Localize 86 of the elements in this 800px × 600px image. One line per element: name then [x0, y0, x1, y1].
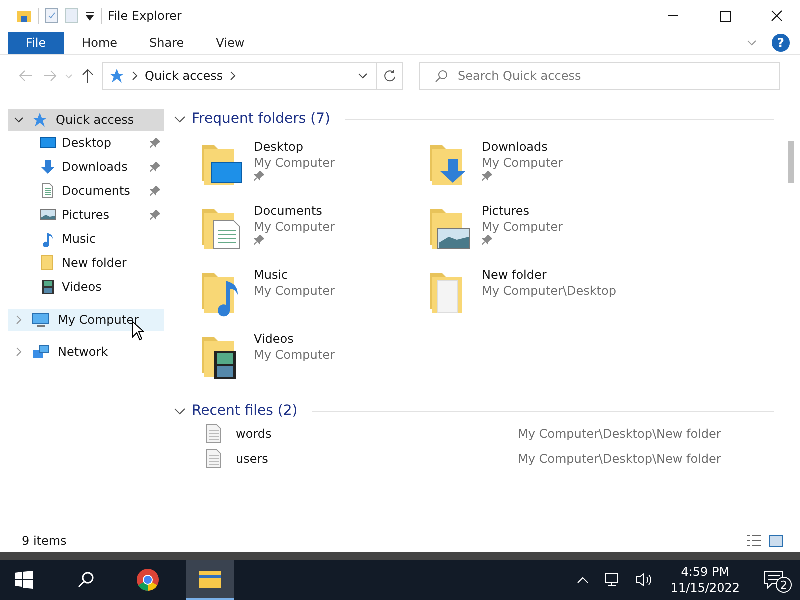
item-count: 9 items — [22, 534, 67, 548]
large-icons-view-icon[interactable] — [768, 534, 784, 548]
file-name[interactable]: words — [236, 426, 518, 440]
nav-item[interactable]: Documents — [62, 184, 130, 198]
text-file-icon — [206, 448, 222, 468]
browser-icon[interactable] — [136, 568, 160, 592]
folder-name[interactable]: Downloads — [482, 139, 563, 155]
ribbon-tab[interactable]: View — [202, 32, 259, 54]
text-file-icon — [206, 424, 222, 444]
nav-item[interactable]: Pictures — [62, 208, 110, 222]
section-heading[interactable]: Frequent folders (7) — [192, 111, 330, 127]
dropdown-icon[interactable] — [85, 11, 95, 21]
chevron-right-icon — [131, 71, 139, 81]
scrollbar-thumb[interactable] — [788, 141, 794, 183]
refresh-button[interactable] — [377, 62, 403, 90]
search-icon — [435, 69, 449, 83]
folder-name[interactable]: Desktop — [254, 139, 335, 155]
document-icon — [40, 183, 56, 199]
nav-item[interactable]: My Computer — [8, 309, 164, 331]
film-icon — [40, 279, 56, 295]
pin-icon — [150, 162, 160, 172]
network-icon[interactable] — [602, 572, 621, 588]
file-name[interactable]: users — [236, 452, 518, 466]
ribbon-tab[interactable]: Home — [68, 32, 132, 54]
folder-name[interactable]: Music — [254, 267, 335, 283]
chevron-down-icon[interactable] — [174, 406, 186, 416]
folder-location: My Computer — [482, 219, 563, 235]
folder-location: My Computer — [254, 155, 335, 171]
chevron-down-icon[interactable] — [14, 115, 24, 125]
notification-badge: 2 — [776, 577, 792, 593]
nav-item[interactable]: Videos — [62, 280, 102, 294]
music-note-icon — [40, 231, 56, 247]
properties-icon[interactable] — [45, 8, 59, 24]
pin-icon — [150, 210, 160, 220]
help-button[interactable]: ? — [772, 34, 790, 52]
speaker-icon[interactable] — [634, 572, 653, 588]
desktop-icon — [40, 135, 56, 151]
address-bar[interactable]: Quick access — [102, 62, 377, 90]
details-view-icon[interactable] — [746, 534, 762, 548]
pin-icon — [150, 138, 160, 148]
nav-item[interactable]: Network — [8, 341, 164, 363]
chevron-down-icon[interactable] — [174, 114, 186, 124]
star-icon — [109, 68, 125, 84]
pin-icon — [254, 235, 264, 245]
section-heading[interactable]: Recent files (2) — [192, 403, 298, 419]
pin-icon — [482, 235, 492, 245]
nav-item[interactable]: Desktop — [62, 136, 112, 150]
chevron-right-icon — [229, 71, 238, 81]
window-title: File Explorer — [108, 9, 182, 23]
search-field[interactable]: Search Quick access — [419, 62, 780, 90]
nav-item[interactable]: Downloads — [62, 160, 128, 174]
pin-icon — [150, 186, 160, 196]
pin-icon — [254, 171, 264, 181]
nav-item[interactable]: Music — [62, 232, 96, 246]
folder-icon — [16, 8, 32, 24]
star-icon — [32, 112, 48, 128]
ribbon-tab[interactable]: File — [8, 32, 64, 54]
folder-name[interactable]: Videos — [254, 331, 335, 347]
nav-item[interactable]: Quick access — [8, 109, 164, 131]
folder-icon — [40, 255, 56, 271]
folder-location: My Computer — [254, 283, 335, 299]
picture-icon — [40, 207, 56, 223]
folder-name[interactable]: Pictures — [482, 203, 563, 219]
clock-date[interactable]: 11/15/2022 — [670, 580, 740, 596]
clock-time[interactable]: 4:59 PM — [681, 564, 730, 580]
folder-icon[interactable] — [198, 569, 222, 589]
network-icon — [32, 344, 50, 360]
nav-item[interactable]: New folder — [62, 256, 127, 270]
folder-location: My Computer\Desktop — [482, 283, 616, 299]
folder-location: My Computer — [254, 347, 335, 363]
computer-icon — [32, 312, 50, 328]
refresh-icon — [382, 69, 396, 83]
folder-location: My Computer — [254, 219, 335, 235]
breadcrumb-link[interactable]: Quick access — [145, 69, 224, 83]
folder-location: My Computer — [482, 155, 563, 171]
download-arrow-icon — [40, 159, 56, 175]
file-path: My Computer\Desktop\New folder — [518, 452, 722, 466]
folder-name[interactable]: New folder — [482, 267, 616, 283]
chevron-up-icon[interactable] — [576, 575, 589, 585]
file-path: My Computer\Desktop\New folder — [518, 426, 722, 440]
windows-logo-icon[interactable] — [15, 571, 33, 589]
pin-icon — [482, 171, 492, 181]
ribbon-tab[interactable]: Share — [136, 32, 198, 54]
folder-name[interactable]: Documents — [254, 203, 335, 219]
search-icon[interactable] — [77, 571, 95, 589]
chevron-right-icon[interactable] — [14, 347, 24, 357]
